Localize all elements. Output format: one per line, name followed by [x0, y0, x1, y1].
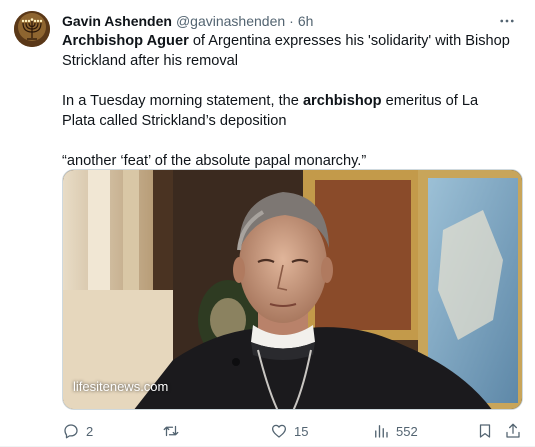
- archbishop-photo: [63, 170, 522, 409]
- views-icon: [375, 425, 388, 438]
- tweet-text-span: In a Tuesday morning statement, the: [62, 93, 303, 109]
- tweet-paragraph-3: “another ‘feat’ of the absolute papal mo…: [62, 153, 367, 169]
- tweet-paragraph-1: Archbishop Aguer of Argentina expresses …: [62, 31, 512, 71]
- tweet-media-image[interactable]: lifesitenews.com: [62, 169, 523, 410]
- bookmark-button[interactable]: [476, 420, 494, 442]
- author-name[interactable]: Gavin Ashenden: [62, 11, 172, 31]
- like-count: 15: [294, 423, 309, 439]
- author-handle[interactable]: @gavinashenden: [176, 11, 285, 31]
- more-options-button[interactable]: [497, 11, 517, 31]
- tweet-actions: 2 15 552: [62, 420, 523, 442]
- separator-dot: ·: [289, 13, 294, 29]
- bookmark-icon: [479, 424, 491, 438]
- views-count: 552: [396, 423, 418, 439]
- share-button[interactable]: [504, 420, 522, 442]
- tweet-bold-phrase: archbishop: [302, 93, 382, 109]
- share-icon: [506, 423, 520, 438]
- retweet-icon: [163, 425, 179, 437]
- timestamp[interactable]: 6h: [298, 11, 314, 31]
- like-button[interactable]: 15: [270, 420, 308, 442]
- views-button[interactable]: 552: [372, 420, 418, 442]
- media-watermark: lifesitenews.com: [73, 379, 169, 394]
- tweet-text: Archbishop Aguer of Argentina expresses …: [62, 31, 512, 171]
- tweet-paragraph-2: In a Tuesday morning statement, the arch…: [62, 91, 512, 131]
- retweet-button[interactable]: [162, 420, 186, 442]
- menorah-icon: [14, 11, 50, 47]
- reply-icon: [64, 424, 78, 439]
- reply-button[interactable]: 2: [62, 420, 93, 442]
- tweet-header: Gavin Ashenden @gavinashenden · 6h: [62, 11, 521, 31]
- reply-count: 2: [86, 423, 94, 439]
- tweet-bold-phrase: Archbishop Aguer: [62, 33, 189, 49]
- tweet[interactable]: Gavin Ashenden @gavinashenden · 6h Archb…: [0, 0, 535, 447]
- avatar[interactable]: [14, 11, 50, 47]
- like-icon: [271, 424, 287, 438]
- more-icon: [500, 19, 514, 23]
